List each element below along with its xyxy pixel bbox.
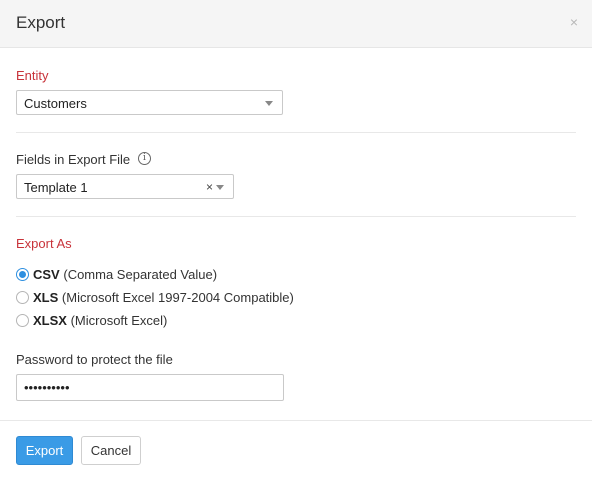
radio-description-csv: (Comma Separated Value) <box>63 267 218 282</box>
entity-select[interactable]: Customers <box>16 90 283 115</box>
password-label: Password to protect the file <box>16 352 173 367</box>
chevron-down-icon <box>216 185 224 190</box>
radio-button-csv[interactable] <box>16 268 29 281</box>
chevron-down-icon <box>265 101 273 106</box>
dialog-header: Export × <box>0 0 592 48</box>
password-input[interactable] <box>16 374 284 401</box>
radio-description-xls: (Microsoft Excel 1997-2004 Compatible) <box>61 290 294 305</box>
radio-format-xls: XLS <box>33 290 59 305</box>
clear-selection-icon[interactable]: × <box>206 180 213 194</box>
info-icon[interactable]: i <box>138 152 151 165</box>
radio-description-xlsx: (Microsoft Excel) <box>70 313 168 328</box>
export-button[interactable]: Export <box>16 436 73 465</box>
section-divider <box>16 132 576 133</box>
export-as-label: Export As <box>16 236 72 251</box>
fields-selected-value: Template 1 <box>24 180 88 195</box>
cancel-button[interactable]: Cancel <box>81 436 141 465</box>
radio-format-xlsx: XLSX <box>33 313 67 328</box>
export-dialog: Export × Entity Customers Fields in Expo… <box>0 0 592 480</box>
radio-button-xlsx[interactable] <box>16 314 29 327</box>
dialog-title: Export <box>16 13 66 32</box>
radio-format-csv: CSV <box>33 267 60 282</box>
section-divider <box>16 216 576 217</box>
radio-button-xls[interactable] <box>16 291 29 304</box>
fields-template-select[interactable]: Template 1 × <box>16 174 234 199</box>
entity-selected-value: Customers <box>24 96 87 111</box>
fields-label: Fields in Export File <box>16 152 131 167</box>
close-icon[interactable]: × <box>570 14 578 30</box>
entity-label: Entity <box>16 68 49 83</box>
footer-divider <box>0 420 592 421</box>
